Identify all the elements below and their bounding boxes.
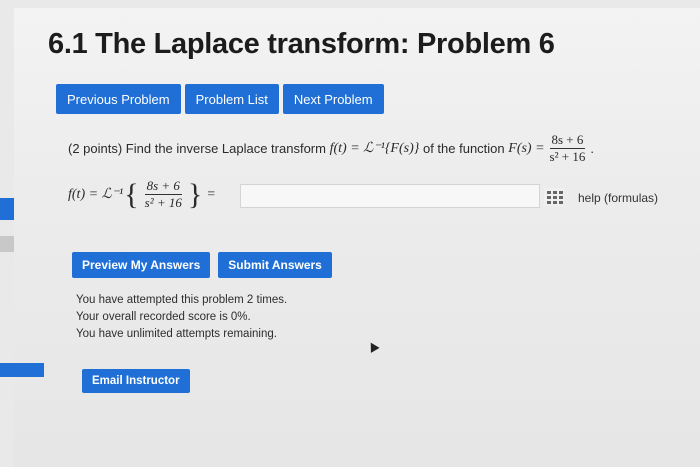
fs-label: F(s) = — [508, 140, 545, 156]
problem-statement: (2 points) Find the inverse Laplace tran… — [68, 132, 628, 165]
answer-numerator: 8s + 6 — [144, 178, 182, 195]
left-brace-icon: { — [124, 177, 139, 211]
points-text: (2 points) Find the inverse Laplace tran… — [68, 141, 326, 156]
fs-fraction: 8s + 6 s² + 16 — [548, 132, 588, 165]
answer-denominator: s² + 16 — [144, 195, 182, 210]
side-bar-marker — [0, 363, 44, 377]
answer-fraction: 8s + 6 s² + 16 — [143, 178, 184, 211]
problem-nav: Previous Problem Problem List Next Probl… — [56, 84, 384, 114]
page-title: 6.1 The Laplace transform: Problem 6 — [48, 28, 555, 60]
right-brace-icon: } — [187, 177, 203, 211]
fs-denominator: s² + 16 — [549, 149, 586, 164]
preview-answers-button[interactable]: Preview My Answers — [72, 252, 211, 278]
status-remaining: You have unlimited attempts remaining. — [76, 328, 277, 340]
answer-actions: Preview My Answers Submit Answers — [72, 252, 332, 278]
period: . — [590, 141, 594, 156]
problem-list-button[interactable]: Problem List — [184, 84, 279, 114]
matrix-grid-icon[interactable] — [544, 188, 564, 206]
page — [14, 8, 700, 467]
answer-lhs: f(t) = ℒ⁻¹ — [68, 187, 124, 202]
fs-numerator: 8s + 6 — [549, 132, 586, 149]
status-attempts: You have attempted this problem 2 times. — [76, 294, 288, 306]
attempt-status: You have attempted this problem 2 times.… — [76, 292, 287, 343]
formula-lhs: f(t) = ℒ⁻¹{F(s)} — [329, 141, 420, 156]
middle-text: of the function — [422, 141, 505, 156]
help-formulas-link[interactable]: help (formulas) — [578, 191, 658, 205]
status-score: Your overall recorded score is 0%. — [76, 311, 251, 323]
next-problem-button[interactable]: Next Problem — [282, 84, 384, 114]
submit-answers-button[interactable]: Submit Answers — [218, 252, 332, 278]
previous-problem-button[interactable]: Previous Problem — [56, 84, 181, 114]
answer-equals: = — [207, 186, 216, 202]
answer-expression: f(t) = ℒ⁻¹ { 8s + 6 s² + 16 } = — [68, 178, 215, 211]
answer-input[interactable] — [240, 184, 540, 208]
email-instructor-button[interactable]: Email Instructor — [82, 369, 190, 393]
